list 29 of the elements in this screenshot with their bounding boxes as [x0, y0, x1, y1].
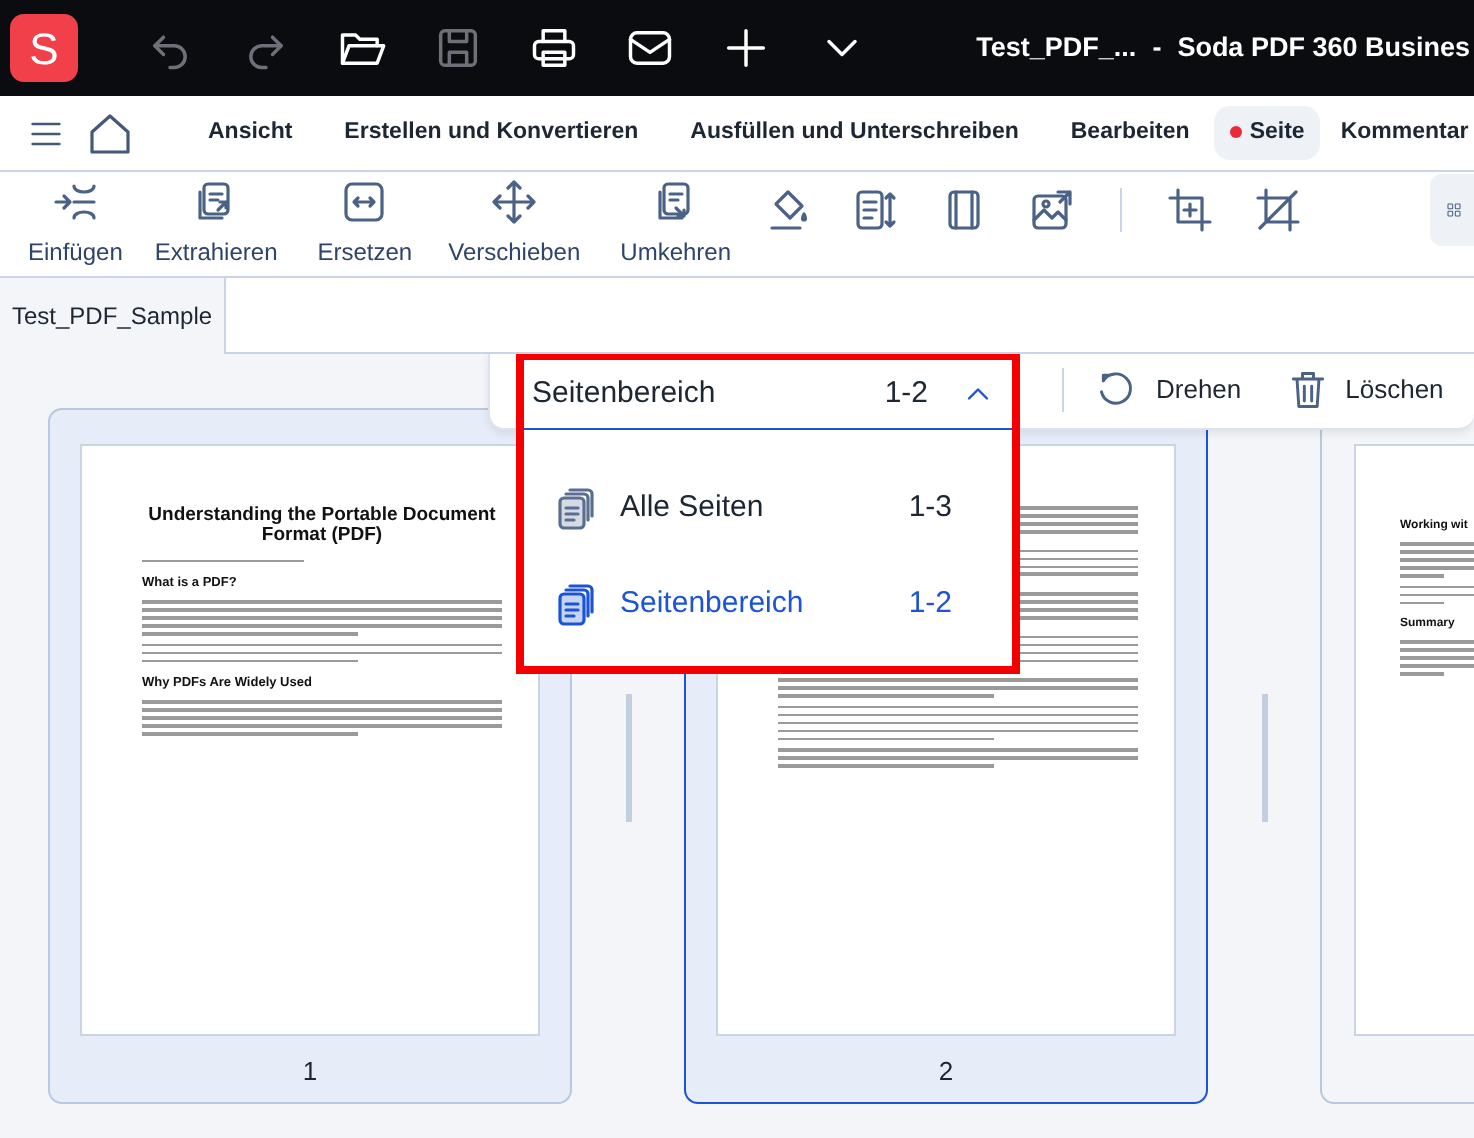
- replace-icon: [340, 178, 389, 226]
- menu-tab[interactable]: Kommentar: [1324, 105, 1474, 161]
- document-heading: Understanding the Portable Document Format (PDF): [146, 506, 498, 548]
- move-icon: [490, 178, 539, 226]
- logo-icon: S: [10, 14, 78, 82]
- text-lines-drawing: [1400, 585, 1474, 605]
- toolbar-button[interactable]: Einfügen: [16, 178, 135, 270]
- toolbar-button[interactable]: Ersetzen: [305, 178, 425, 270]
- home-icon[interactable]: [86, 109, 134, 157]
- pages-stack-icon: [552, 580, 600, 628]
- toolbar-button[interactable]: Verschieben: [436, 178, 593, 270]
- toolbar-button[interactable]: Drehen: [1096, 368, 1242, 412]
- window-title: Test_PDF_...: [976, 29, 1137, 66]
- menu-tab[interactable]: Erstellen und Konvertieren: [328, 105, 655, 161]
- page-number: 1: [302, 1054, 318, 1090]
- menu-tab[interactable]: Ausfüllen und Unterschreiben: [674, 105, 1035, 161]
- document-tab[interactable]: Test_PDF_Sample: [0, 278, 227, 354]
- toolbar-button[interactable]: Extrahieren: [142, 178, 290, 270]
- toolbar-button[interactable]: Umkehren: [608, 178, 744, 270]
- toolbar-button[interactable]: Löschen: [1285, 368, 1444, 412]
- pages-stack-icon: [552, 484, 600, 532]
- app-name: Soda PDF 360 Busines: [1177, 29, 1470, 66]
- page-number: 2: [938, 1054, 954, 1090]
- text-lines-drawing: [1400, 640, 1474, 676]
- menu-tab[interactable]: Bearbeiten: [1054, 105, 1206, 161]
- menu-tab[interactable]: Seite: [1213, 105, 1321, 161]
- text-lines-drawing: [1400, 542, 1474, 578]
- title-separator: -: [1152, 29, 1162, 66]
- menu-tab[interactable]: Ansicht: [192, 105, 309, 161]
